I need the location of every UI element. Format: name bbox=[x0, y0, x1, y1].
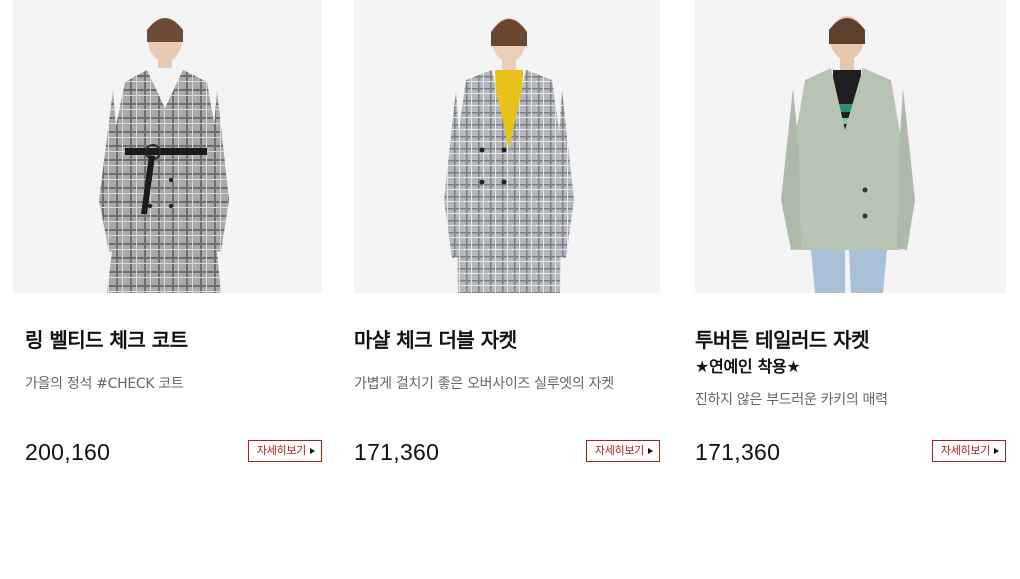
product-price: 200,160 bbox=[25, 439, 111, 465]
product-price: 171,360 bbox=[695, 439, 781, 465]
product-title[interactable]: 투버튼 테일러드 자켓 bbox=[695, 326, 870, 354]
detail-button-label: 자세히보기 bbox=[594, 444, 644, 457]
product-image[interactable] bbox=[695, 0, 1006, 293]
product-image[interactable] bbox=[354, 0, 660, 293]
detail-button-label: 자세히보기 bbox=[256, 444, 306, 457]
product-card[interactable]: 마샬 체크 더블 자켓 가볍게 걸치기 좋은 오버사이즈 실루엣의 자켓 171… bbox=[354, 0, 660, 465]
arrow-right-icon bbox=[310, 448, 315, 454]
product-title-badge: ★연예인 착용★ bbox=[695, 357, 801, 376]
model-in-double-jacket-image bbox=[444, 18, 574, 293]
product-card[interactable]: 링 벨티드 체크 코트 가을의 정석 #CHECK 코트 200,160 자세히… bbox=[13, 0, 322, 465]
product-description: 진하지 않은 부드러운 카키의 매력 bbox=[695, 392, 888, 408]
detail-button[interactable]: 자세히보기 bbox=[585, 440, 660, 462]
detail-button[interactable]: 자세히보기 bbox=[247, 440, 322, 462]
arrow-right-icon bbox=[648, 448, 653, 454]
arrow-right-icon bbox=[994, 448, 999, 454]
product-image[interactable] bbox=[13, 0, 322, 293]
product-price: 171,360 bbox=[354, 439, 440, 465]
model-in-tailored-jacket-image bbox=[781, 16, 915, 293]
detail-button[interactable]: 자세히보기 bbox=[931, 440, 1006, 462]
product-title[interactable]: 링 벨티드 체크 코트 bbox=[25, 326, 188, 354]
product-description: 가볍게 걸치기 좋은 오버사이즈 실루엣의 자켓 bbox=[354, 376, 614, 392]
product-description: 가을의 정석 #CHECK 코트 bbox=[25, 376, 184, 392]
detail-button-label: 자세히보기 bbox=[940, 444, 990, 457]
product-card[interactable]: 투버튼 테일러드 자켓 ★연예인 착용★ 진하지 않은 부드러운 카키의 매력 … bbox=[695, 0, 1006, 465]
product-title[interactable]: 마샬 체크 더블 자켓 bbox=[354, 326, 517, 354]
model-in-check-coat-image bbox=[99, 18, 229, 293]
